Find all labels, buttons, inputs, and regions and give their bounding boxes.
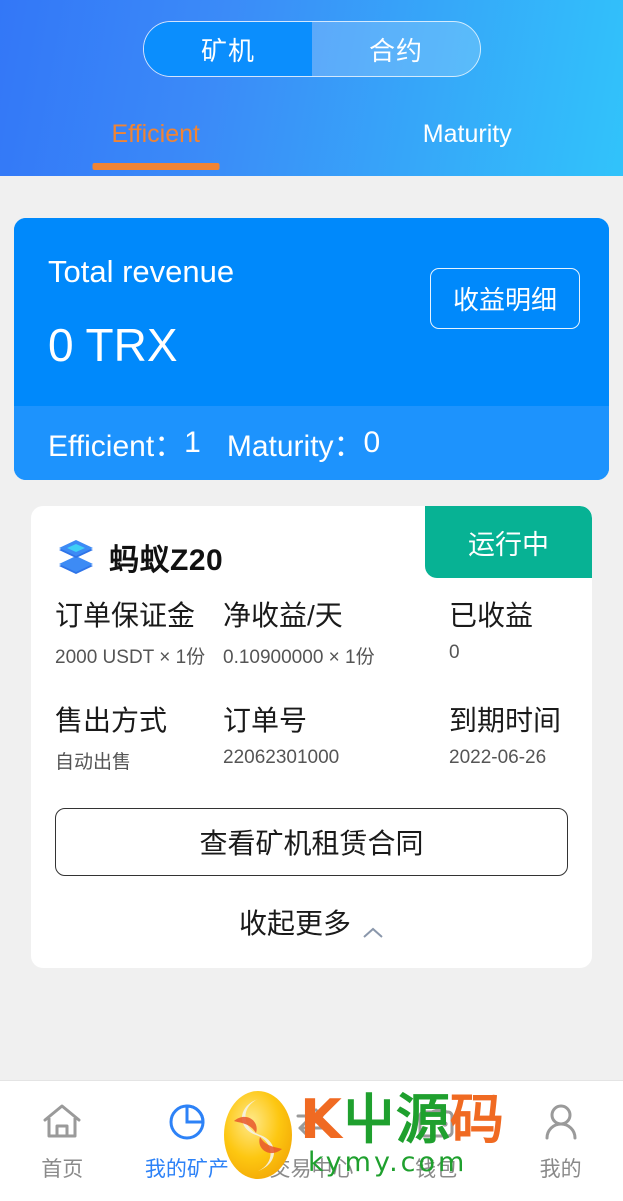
maturity-count-value: 0 [363,426,381,459]
tab-exchange-label: 交易中心 [269,1158,354,1181]
value-order-deposit: 2000 USDT × 1份 [55,647,206,668]
value-earned: 0 [449,642,460,663]
tab-exchange[interactable]: 交易中心 [249,1081,374,1201]
chevron-up-icon [362,915,384,938]
efficient-count-value: 1 [184,426,201,459]
app-root: 矿机 合约 Efficient Maturity Total revenue 0… [0,0,623,1201]
tab-maturity-label: Maturity [422,120,512,148]
collapse-more-label: 收起更多 [238,908,351,939]
person-icon [538,1099,584,1145]
segment-contract[interactable]: 合约 [312,22,480,76]
total-revenue-title: Total revenue [48,254,235,289]
segment-miner-label: 矿机 [200,35,255,66]
value-net-income-per-day: 0.10900000 × 1份 [223,647,375,668]
status-badge-label: 运行中 [468,529,549,560]
total-revenue-amount: 0 TRX [48,319,178,371]
total-revenue-card: Total revenue 0 TRX 收益明细 Efficient： 1 Ma… [14,218,609,480]
stacked-cube-icon [55,536,97,578]
label-net-income-per-day: 净收益/天 [223,600,343,631]
revenue-card-top: Total revenue 0 TRX 收益明细 [14,218,609,406]
tab-profile-label: 我的 [539,1158,582,1181]
label-order-deposit: 订单保证金 [55,600,196,631]
segment-contract-label: 合约 [368,35,423,66]
revenue-card-counts: Efficient： 1 Maturity： 0 [14,406,609,480]
wallet-icon [413,1099,459,1145]
sub-tabs: Efficient Maturity [0,104,623,176]
tab-efficient-label: Efficient [111,120,200,148]
label-sell-method: 售出方式 [55,705,168,736]
tab-efficient[interactable]: Efficient [0,104,312,176]
segment-miner[interactable]: 矿机 [144,22,312,76]
home-icon [39,1099,85,1145]
miner-info-row-2: 售出方式 订单号 到期时间 自动出售 22062301000 2022-06-2… [31,673,592,778]
value-expiry-time: 2022-06-26 [449,747,547,768]
tab-maturity[interactable]: Maturity [312,104,623,176]
tab-profile[interactable]: 我的 [498,1081,623,1201]
status-badge: 运行中 [425,506,592,578]
miner-name: 蚂蚁Z20 [109,544,224,577]
collapse-more-toggle[interactable]: 收起更多 [31,902,592,942]
exchange-icon [288,1099,334,1145]
tab-my-mining[interactable]: 我的矿产 [125,1081,250,1201]
tab-active-underline [92,163,220,170]
label-order-number: 订单号 [223,705,308,736]
maturity-count-label: Maturity： [226,430,364,463]
view-lease-contract-button[interactable]: 查看矿机租赁合同 [55,808,568,876]
tab-wallet[interactable]: 钱包 [374,1081,499,1201]
bottom-tab-bar: 首页 我的矿产 交易中心 钱包 我的 [0,1080,623,1201]
value-sell-method: 自动出售 [55,752,132,773]
tab-home[interactable]: 首页 [0,1081,125,1201]
tab-my-mining-label: 我的矿产 [144,1158,229,1181]
tab-wallet-label: 钱包 [415,1158,458,1181]
revenue-detail-button[interactable]: 收益明细 [429,268,580,329]
label-earned: 已收益 [449,600,534,631]
miner-info-row-1: 订单保证金 净收益/天 已收益 2000 USDT × 1份 0.1090000… [31,578,592,673]
pie-chart-icon [164,1099,210,1145]
page-header: 矿机 合约 Efficient Maturity [0,0,623,176]
miner-order-card: 运行中 蚂蚁Z20 订单保证金 净收益/天 已收益 2000 USDT × 1份… [31,506,592,968]
segmented-control[interactable]: 矿机 合约 [143,21,481,77]
efficient-count-label: Efficient： [48,430,185,463]
value-order-number: 22062301000 [223,747,340,768]
tab-home-label: 首页 [41,1158,84,1181]
label-expiry-time: 到期时间 [449,705,562,736]
